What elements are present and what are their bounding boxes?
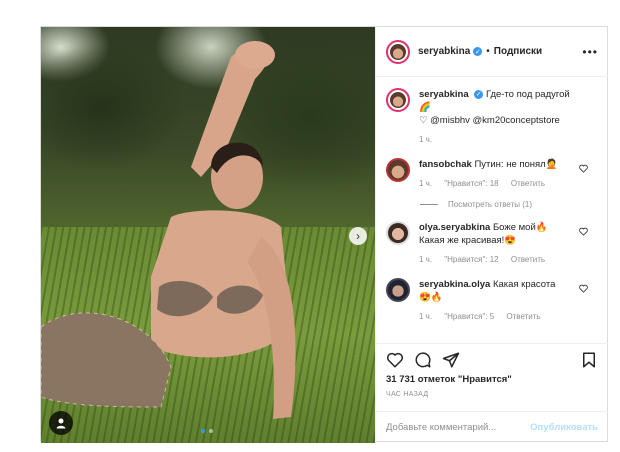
comment-author[interactable]: fansobchak: [419, 159, 472, 170]
caption-avatar[interactable]: [386, 88, 410, 112]
comment-text: Боже мой🔥: [492, 222, 548, 233]
publish-comment-button[interactable]: Опубликовать: [530, 422, 598, 433]
comment-likes[interactable]: "Нравится": 5: [444, 312, 494, 321]
like-heart-icon[interactable]: [386, 351, 404, 369]
comment-avatar[interactable]: [386, 278, 410, 302]
comment-item: olya.seryabkina Боже мой🔥 Какая же краси…: [386, 221, 598, 266]
caption: seryabkina ✓ Где-то под радугой 🌈 ♡ @mis…: [386, 88, 598, 146]
comment-like-heart-icon[interactable]: [579, 164, 588, 173]
more-horizontal-icon[interactable]: •••: [582, 45, 598, 59]
comment-author[interactable]: olya.seryabkina: [419, 222, 490, 233]
comment-item: seryabkina.olya Какая красота 😍🔥 1 ч. "Н…: [386, 278, 598, 323]
add-comment-bar: Опубликовать: [376, 411, 608, 443]
comment-avatar[interactable]: [386, 158, 410, 182]
comment-item: fansobchak Путин: не понял🤦 1 ч. "Нравит…: [386, 158, 598, 190]
share-paper-plane-icon[interactable]: [442, 351, 460, 369]
likes-count[interactable]: 31 731 отметок "Нравится": [376, 370, 608, 385]
header-separator: •: [486, 46, 490, 57]
view-replies-button[interactable]: Посмотреть ответы (1): [420, 200, 598, 209]
comments-list: seryabkina ✓ Где-то под радугой 🌈 ♡ @mis…: [376, 78, 608, 343]
add-comment-input[interactable]: [386, 422, 531, 433]
reply-button[interactable]: Ответить: [511, 179, 545, 188]
carousel-next-button[interactable]: ›: [349, 227, 367, 245]
comment-bubble-icon[interactable]: [414, 351, 432, 369]
post-modal: › seryabkina ✓ • Подписки ••• seryabkina…: [40, 26, 608, 443]
comment-likes[interactable]: "Нравится": 12: [444, 255, 498, 264]
comment-text-line2: 😍🔥: [419, 292, 443, 303]
author-username[interactable]: seryabkina: [418, 46, 470, 57]
comment-like-heart-icon[interactable]: [579, 284, 588, 293]
post-side-panel: seryabkina ✓ • Подписки ••• seryabkina ✓…: [375, 27, 608, 443]
following-button[interactable]: Подписки: [494, 46, 542, 57]
author-avatar[interactable]: [386, 39, 410, 64]
reply-button[interactable]: Ответить: [511, 255, 545, 264]
caption-author[interactable]: seryabkina: [419, 89, 469, 100]
bookmark-icon[interactable]: [580, 351, 598, 369]
verified-badge-icon: ✓: [474, 89, 484, 99]
carousel-dot: [209, 429, 213, 433]
comment-author[interactable]: seryabkina.olya: [419, 279, 490, 290]
carousel-dot: [201, 429, 205, 433]
post-photo[interactable]: ›: [41, 27, 375, 443]
caption-mentions[interactable]: ♡ @misbhv @km20conceptstore: [419, 115, 560, 126]
view-replies-label: Посмотреть ответы (1): [448, 200, 533, 209]
carousel-indicator: [201, 429, 213, 433]
post-timestamp: ЧАС НАЗАД: [386, 391, 429, 398]
comment-like-heart-icon[interactable]: [579, 227, 588, 236]
comment-likes[interactable]: "Нравится": 18: [444, 179, 498, 188]
comment-text-line2: Какая же красивая!😍: [419, 235, 517, 246]
comment-avatar[interactable]: [386, 221, 410, 245]
comment-time[interactable]: 1 ч.: [419, 255, 432, 264]
comment-text: Путин: не понял🤦: [474, 159, 558, 170]
caption-time[interactable]: 1 ч.: [419, 135, 432, 144]
post-header: seryabkina ✓ • Подписки •••: [376, 27, 608, 77]
verified-badge-icon: ✓: [473, 47, 483, 56]
user-tag-icon[interactable]: [49, 411, 73, 435]
reply-button[interactable]: Ответить: [506, 312, 540, 321]
comment-time[interactable]: 1 ч.: [419, 312, 432, 321]
photo-subject: [41, 41, 296, 419]
comment-time[interactable]: 1 ч.: [419, 179, 432, 188]
post-actions: 31 731 отметок "Нравится" ЧАС НАЗАД Опуб…: [376, 343, 608, 443]
comment-text: Какая красота: [492, 279, 556, 290]
